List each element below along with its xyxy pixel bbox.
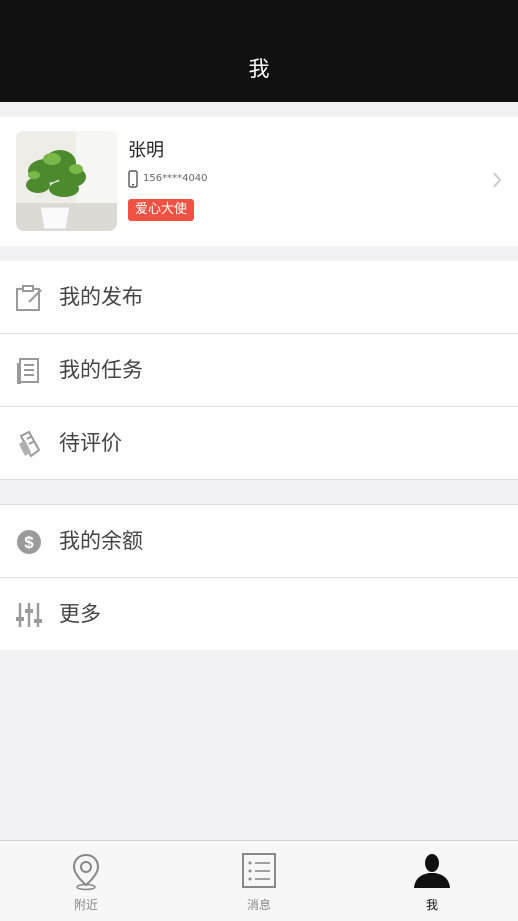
menu-group-account: $ 我的余额 更多	[0, 504, 518, 650]
phone-number: 156****4040	[143, 173, 208, 184]
chevron-right-icon	[493, 172, 502, 188]
page-title: 我	[248, 57, 270, 81]
user-name: 张明	[128, 140, 164, 161]
status-badge: 爱心大使	[128, 199, 195, 221]
menu-label: 我的余额	[59, 529, 143, 553]
tab-label: 消息	[246, 898, 271, 912]
menu-label: 我的任务	[59, 358, 143, 382]
tab-label: 附近	[73, 898, 98, 912]
avatar	[16, 131, 117, 231]
tab-messages[interactable]: 消息	[173, 841, 345, 921]
menu-label: 待评价	[59, 431, 122, 455]
tab-me[interactable]: 我	[346, 841, 518, 921]
menu-item-my-tasks[interactable]: 我的任务	[0, 334, 518, 407]
menu-label: 我的发布	[59, 285, 143, 309]
bottom-tab-bar: 附近 消息 我	[0, 840, 518, 921]
user-silhouette-icon	[414, 854, 450, 888]
edit-icon	[16, 285, 42, 311]
profile-card[interactable]: 张明 156****4040 爱心大使	[0, 117, 518, 246]
svg-text:$: $	[24, 533, 34, 552]
task-list-icon	[17, 358, 39, 384]
app-header: 我	[0, 0, 518, 102]
menu-item-more[interactable]: 更多	[0, 578, 518, 650]
menu-group-activity: 我的发布 我的任务 待评价	[0, 261, 518, 480]
dollar-coin-icon: $	[17, 530, 41, 554]
menu-item-my-posts[interactable]: 我的发布	[0, 261, 518, 334]
menu-label: 更多	[59, 602, 101, 626]
menu-item-pending-review[interactable]: 待评价	[0, 407, 518, 480]
sliders-icon	[16, 603, 42, 627]
location-pin-icon	[72, 853, 100, 891]
tab-label: 我	[425, 898, 438, 912]
menu-item-balance[interactable]: $ 我的余额	[0, 505, 518, 578]
tab-nearby[interactable]: 附近	[0, 841, 172, 921]
review-tag-icon	[19, 430, 41, 458]
message-list-icon	[242, 853, 276, 888]
phone-icon	[128, 170, 138, 188]
